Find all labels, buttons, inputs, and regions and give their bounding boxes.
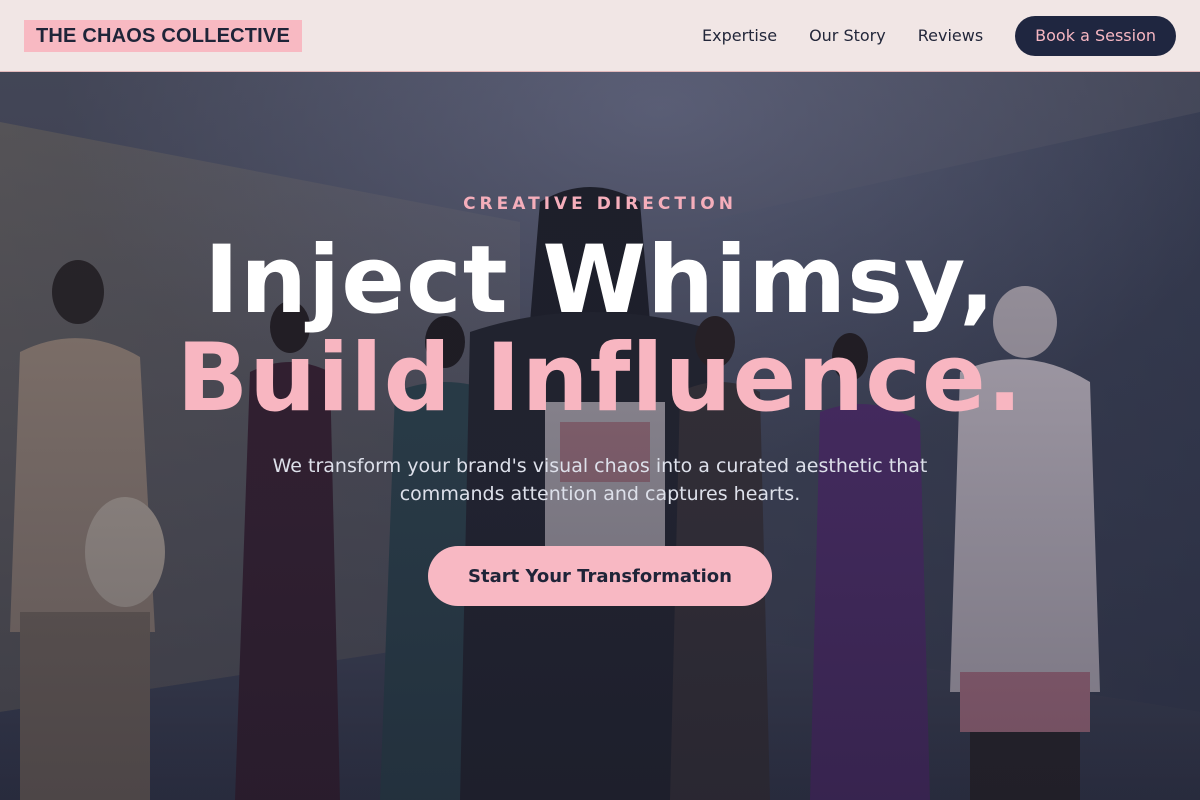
- brand-logo[interactable]: THE CHAOS COLLECTIVE: [24, 19, 303, 52]
- start-transformation-button[interactable]: Start Your Transformation: [428, 546, 772, 606]
- hero-headline-line1: Inject Whimsy,: [204, 226, 996, 335]
- nav-link-expertise[interactable]: Expertise: [702, 26, 777, 45]
- nav-link-our-story[interactable]: Our Story: [809, 26, 886, 45]
- hero-content: CREATIVE DIRECTION Inject Whimsy, Build …: [0, 72, 1200, 800]
- hero-eyebrow: CREATIVE DIRECTION: [463, 194, 737, 214]
- main-nav: Expertise Our Story Reviews Book a Sessi…: [702, 15, 1176, 56]
- book-session-button[interactable]: Book a Session: [1015, 15, 1176, 56]
- hero-subheadline: We transform your brand's visual chaos i…: [272, 455, 928, 505]
- nav-link-reviews[interactable]: Reviews: [918, 26, 983, 45]
- site-header: THE CHAOS COLLECTIVE Expertise Our Story…: [0, 0, 1200, 72]
- hero-headline: Inject Whimsy, Build Influence.: [0, 232, 1200, 428]
- hero-headline-line2: Build Influence.: [176, 324, 1024, 433]
